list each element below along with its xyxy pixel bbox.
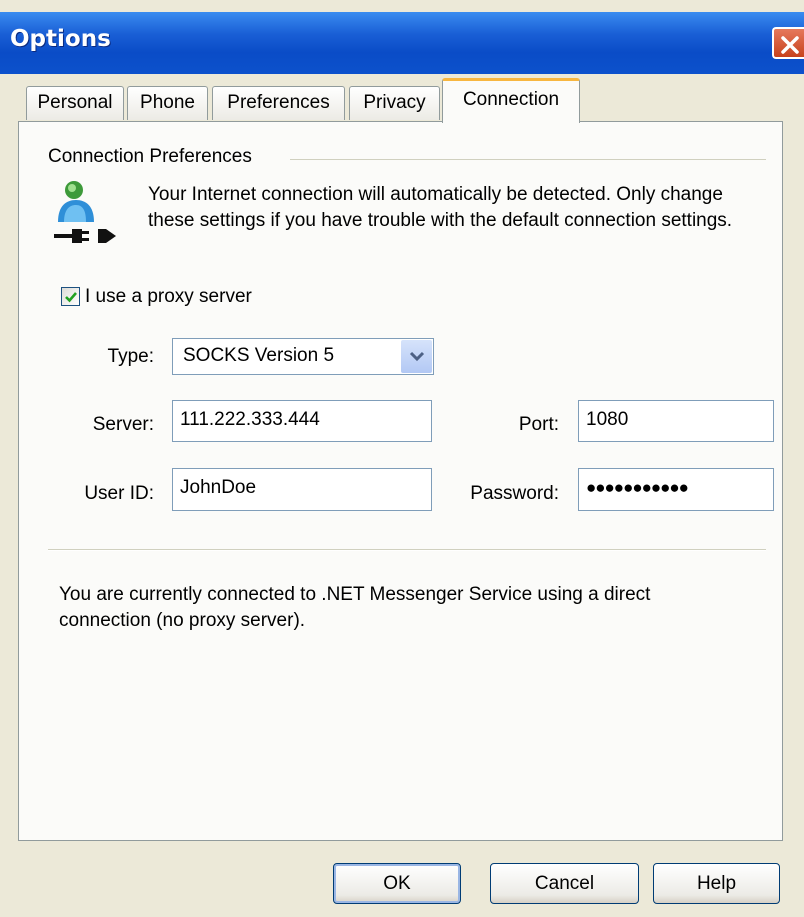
connection-panel: Connection Preferences Your Internet con… [18,121,783,841]
tab-connection[interactable]: Connection [442,78,580,123]
proxy-checkbox-label[interactable]: I use a proxy server [85,286,252,308]
user-id-input[interactable]: JohnDoe [172,468,432,511]
close-icon [781,36,799,54]
user-network-plug-icon [54,181,116,243]
server-input[interactable]: 111.222.333.444 [172,400,432,442]
title-bar[interactable]: Options [0,12,804,74]
group-label: Connection Preferences [48,146,252,167]
connection-status-text: You are currently connected to .NET Mess… [59,584,651,631]
tab-privacy[interactable]: Privacy [349,86,440,120]
server-label: Server: [92,414,154,435]
tab-preferences[interactable]: Preferences [212,86,345,120]
type-select-value: SOCKS Version 5 [183,345,335,366]
group-divider [290,159,766,160]
password-label: Password: [470,483,559,504]
chevron-down-icon [409,351,425,362]
proxy-checkbox[interactable] [61,287,80,306]
user-id-label: User ID: [84,483,154,504]
password-input[interactable]: ●●●●●●●●●●● [578,468,774,511]
info-text: Your Internet connection will automatica… [148,184,733,231]
type-dropdown-button[interactable] [401,340,432,373]
close-button[interactable] [772,27,804,59]
ok-button[interactable]: OK [333,863,461,904]
tab-phone[interactable]: Phone [127,86,208,120]
port-label: Port: [518,414,559,435]
type-label: Type: [107,346,154,367]
section-separator [48,549,766,551]
window-title: Options [10,26,111,52]
help-button[interactable]: Help [653,863,780,904]
options-dialog: Options Personal Phone Preferences Priva… [0,0,804,917]
tab-personal[interactable]: Personal [26,86,124,120]
cancel-button[interactable]: Cancel [490,863,639,904]
port-input[interactable]: 1080 [578,400,774,442]
checkmark-icon [65,292,77,303]
type-select[interactable]: SOCKS Version 5 [172,338,434,375]
